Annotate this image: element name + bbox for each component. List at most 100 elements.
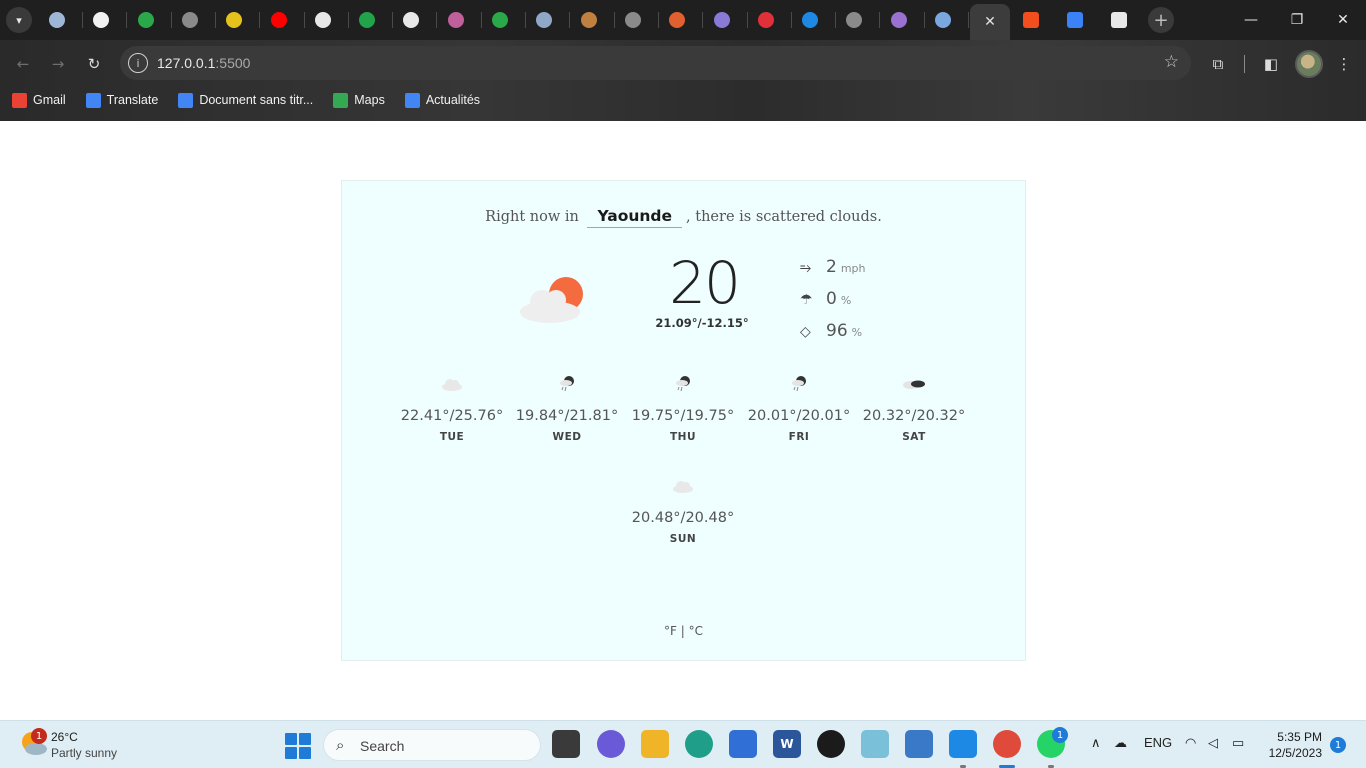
address-bar[interactable]: i 127.0.0.1:5500 ☆ [120, 46, 1191, 80]
speaker-icon[interactable]: ◁ [1208, 735, 1218, 751]
bookmark-gmail[interactable]: Gmail [12, 88, 66, 112]
teams-chat-icon[interactable] [597, 730, 625, 758]
forecast-day-tue: 22.41°/25.76° TUE [397, 374, 507, 443]
tab-favicon-12-icon [536, 12, 553, 28]
forecast-temp-range: 20.01°/20.01° [747, 408, 851, 424]
wind-stat: ⥱ 2 mph [800, 257, 866, 277]
colorful-app-icon[interactable] [861, 730, 889, 758]
lock-app-icon[interactable] [905, 730, 933, 758]
tab-close-icon[interactable]: ✕ [984, 14, 996, 30]
tab-4[interactable] [178, 8, 202, 32]
tab-11[interactable] [488, 8, 512, 32]
tab-21[interactable] [931, 8, 955, 32]
tab-separator [214, 12, 216, 28]
bookmark-document[interactable]: Document sans titr... [178, 88, 313, 112]
reload-icon[interactable]: ↻ [81, 51, 107, 77]
rain-icon [744, 374, 854, 394]
chrome-icon[interactable] [993, 730, 1021, 758]
onedrive-icon[interactable]: ☁ [1114, 735, 1127, 751]
forecast-day-name: SAT [902, 431, 926, 443]
battery-icon[interactable]: ▭ [1232, 735, 1244, 751]
tab-7[interactable] [311, 8, 335, 32]
tab-20[interactable] [887, 8, 911, 32]
tab-1[interactable] [45, 8, 69, 32]
tab-favicon-figma-icon [1023, 12, 1039, 28]
clock-time[interactable]: 5:35 PM [1262, 730, 1322, 744]
site-info-icon[interactable]: i [128, 53, 148, 73]
close-window-button[interactable]: ✕ [1320, 0, 1366, 40]
tab-13[interactable] [577, 8, 601, 32]
file-explorer-icon[interactable] [641, 730, 669, 758]
tab-17[interactable] [754, 8, 778, 32]
gmail-icon [12, 92, 27, 108]
tab-19[interactable] [842, 8, 866, 32]
task-view-icon[interactable] [552, 730, 580, 758]
tab-favicon-w-icon [359, 12, 376, 28]
tab-8[interactable] [355, 8, 379, 32]
tab-after-2[interactable] [1063, 8, 1087, 32]
tab-12[interactable] [532, 8, 556, 32]
bookmark-maps[interactable]: Maps [333, 88, 385, 112]
vscode-icon[interactable] [949, 730, 977, 758]
tab-2[interactable] [89, 8, 113, 32]
side-panel-icon[interactable]: ◧ [1258, 51, 1284, 77]
notification-badge[interactable]: 1 [1330, 737, 1346, 753]
taskbar-search[interactable]: ⌕ Search [323, 729, 541, 761]
extensions-puzzle-icon[interactable]: ⧉ [1205, 51, 1231, 77]
tab-search-chevron-icon[interactable]: ▾ [6, 7, 32, 33]
store-icon[interactable] [729, 730, 757, 758]
start-windows-icon[interactable] [285, 733, 311, 759]
tab-favicon-4-icon [181, 12, 198, 28]
profile-avatar[interactable] [1295, 50, 1323, 78]
forecast-day-name: TUE [439, 431, 465, 443]
partly-cloudy-icon [520, 277, 583, 323]
forecast-day-sat: 20.32°/20.32° SAT [859, 374, 969, 443]
tab-after-3[interactable] [1107, 8, 1131, 32]
kebab-menu-icon[interactable]: ⋮ [1331, 51, 1357, 77]
tab-after-1[interactable] [1019, 8, 1043, 32]
bookmark-actualites[interactable]: Actualités [404, 88, 480, 112]
taskbar-weather-condition[interactable]: Partly sunny [51, 746, 117, 760]
unit-toggle[interactable]: °F | °C [342, 624, 1025, 638]
tab-favicon-11-icon [492, 12, 508, 28]
cloud-icon [628, 476, 738, 496]
active-tab[interactable]: ✕ [970, 4, 1010, 40]
ccleaner-icon[interactable] [817, 730, 845, 758]
address-url[interactable]: 127.0.0.1:5500 [157, 55, 250, 71]
clock-date[interactable]: 12/5/2023 [1262, 746, 1322, 760]
language-indicator[interactable]: ENG [1144, 735, 1172, 750]
wifi-icon[interactable]: ◠ [1185, 735, 1196, 751]
bookmark-translate[interactable]: Translate [85, 88, 158, 112]
back-arrow-icon[interactable]: ← [10, 51, 36, 77]
search-icon: ⌕ [336, 736, 345, 754]
show-hidden-icons-chevron-icon[interactable]: ∧ [1091, 735, 1101, 751]
tab-favicon-17-icon [757, 12, 774, 28]
tab-3[interactable] [134, 8, 158, 32]
tab-10[interactable] [444, 8, 468, 32]
edge-icon[interactable] [685, 730, 713, 758]
umbrella-icon: ☂ [800, 292, 813, 308]
forward-arrow-icon[interactable]: → [45, 51, 71, 77]
new-tab-button[interactable]: + [1148, 7, 1174, 33]
tab-separator [392, 12, 394, 28]
word-icon[interactable]: W [773, 730, 801, 758]
taskbar-weather-temp[interactable]: 26°C [51, 730, 78, 744]
minimize-button[interactable]: — [1228, 0, 1274, 40]
tab-separator [879, 12, 881, 28]
tab-6[interactable] [267, 8, 291, 32]
tab-15[interactable] [665, 8, 689, 32]
tab-5[interactable] [222, 8, 246, 32]
tab-favicon-20-icon [890, 12, 907, 28]
city-input[interactable]: Yaounde [587, 207, 683, 228]
tab-favicon-16-icon [713, 12, 730, 28]
weather-badge: 1 [31, 728, 47, 744]
tab-9[interactable] [399, 8, 423, 32]
bookmark-star-icon[interactable]: ☆ [1164, 52, 1179, 72]
tab-favicon-2-icon [93, 12, 110, 28]
tab-14[interactable] [621, 8, 645, 32]
tab-18[interactable] [798, 8, 822, 32]
restore-button[interactable]: ❐ [1274, 0, 1320, 40]
tab-separator [259, 12, 261, 28]
tab-favicon-5-icon [226, 12, 243, 28]
tab-16[interactable] [710, 8, 734, 32]
